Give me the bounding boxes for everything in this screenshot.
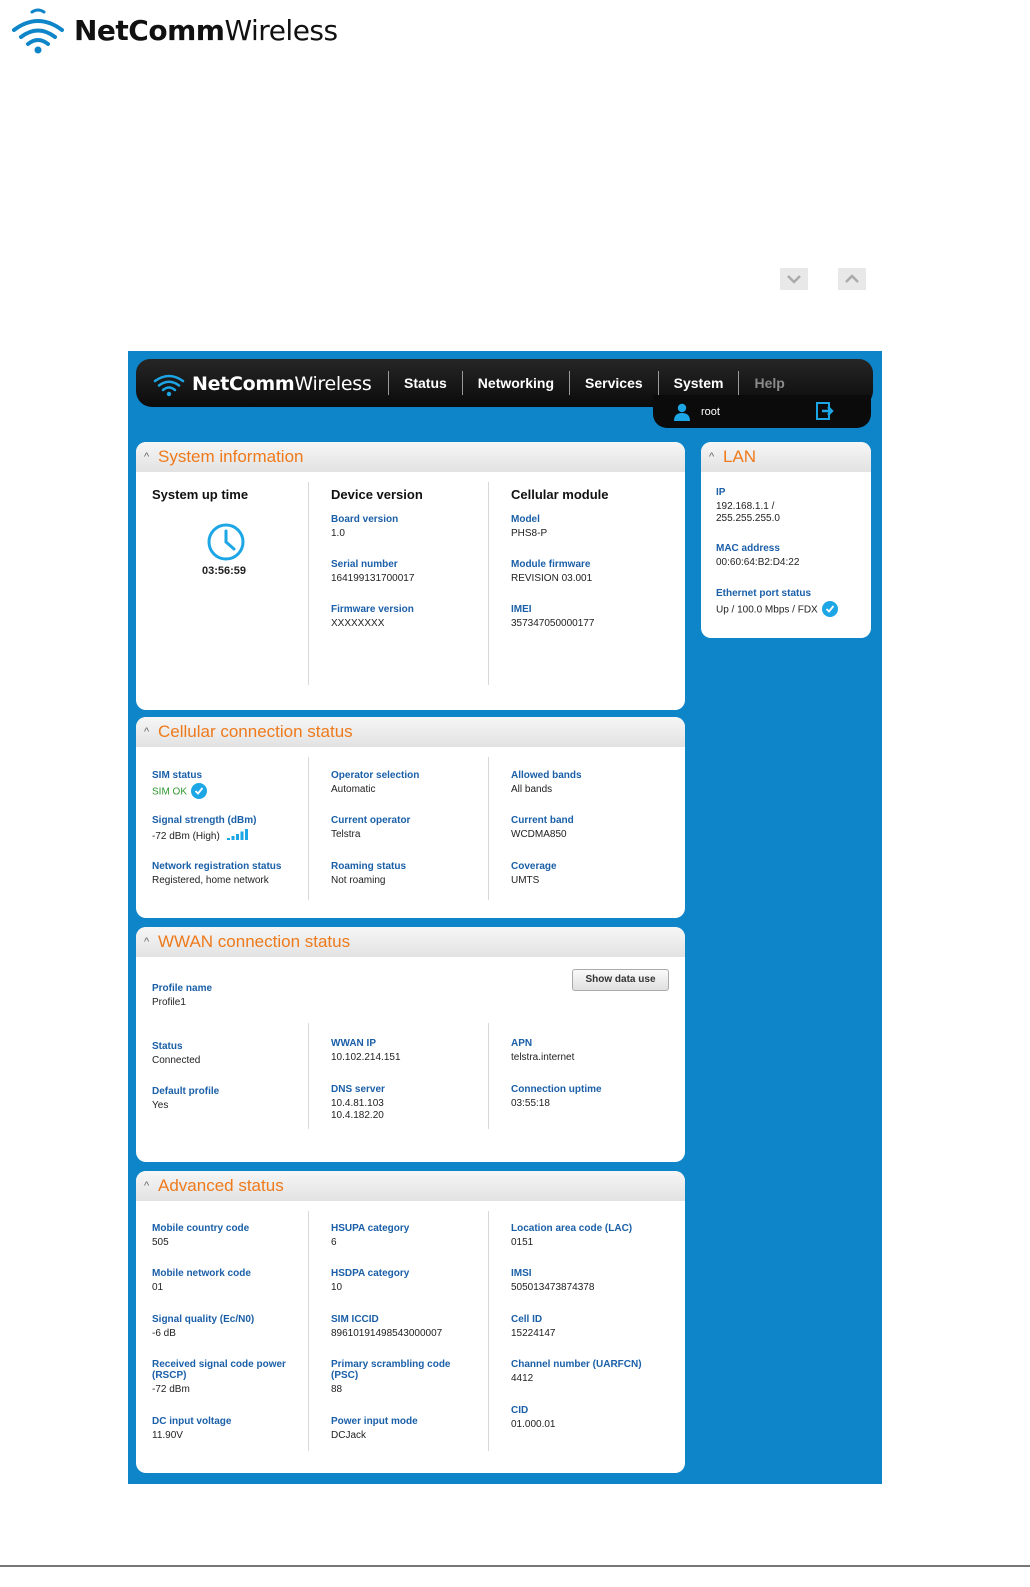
apn-field: APN telstra.internet <box>511 1038 575 1063</box>
module-firmware-field: Module firmware REVISION 03.001 <box>511 559 593 584</box>
user-bar: root <box>653 395 871 428</box>
hsdpa-category-field: HSDPA category 10 <box>331 1268 410 1293</box>
panel-header[interactable]: ^ Cellular connection status <box>136 717 685 747</box>
system-information-panel: ^ System information System up time 03:5… <box>136 442 685 710</box>
imei-field: IMEI 357347050000177 <box>511 604 595 629</box>
connection-uptime-field: Connection uptime 03:55:18 <box>511 1084 602 1109</box>
panel-title: Cellular connection status <box>158 722 353 741</box>
uptime-heading: System up time <box>152 487 249 502</box>
panel-title: LAN <box>723 447 757 466</box>
device-version-heading: Device version <box>331 487 423 502</box>
panel-title: WWAN connection status <box>158 932 351 951</box>
cellular-module-heading: Cellular module <box>511 487 609 502</box>
sim-status-field: SIM status SIM OK <box>152 770 208 800</box>
mobile-country-code-field: Mobile country code 505 <box>152 1223 250 1248</box>
profile-name-field: Profile name Profile1 <box>152 983 213 1008</box>
show-data-use-button[interactable]: Show data use <box>572 969 669 991</box>
nav-networking[interactable]: Networking <box>461 371 569 395</box>
collapse-caret-icon: ^ <box>144 1180 150 1192</box>
dc-input-voltage-field: DC input voltage 11.90V <box>152 1416 232 1441</box>
allowed-bands-field: Allowed bands All bands <box>511 770 582 795</box>
panel-header[interactable]: ^ Advanced status <box>136 1171 685 1201</box>
signal-strength-field: Signal strength (dBm) -72 dBm (High) <box>152 815 257 842</box>
wwan-connection-panel: ^ WWAN connection status Profile name Pr… <box>136 927 685 1162</box>
column-divider <box>488 482 489 685</box>
current-band-field: Current band WCDMA850 <box>511 815 574 840</box>
current-operator-field: Current operator Telstra <box>331 815 411 840</box>
scroll-up-button[interactable] <box>838 268 866 290</box>
advanced-status-panel: ^ Advanced status Mobile country code 505… <box>136 1171 685 1473</box>
clock-icon <box>207 523 245 561</box>
psc-field: Primary scrambling code (PSC) 88 <box>331 1359 451 1395</box>
panel-header[interactable]: ^ System information <box>136 442 685 472</box>
wifi-logo-icon <box>12 8 64 54</box>
username: root <box>701 406 720 418</box>
board-version-field: Board version 1.0 <box>331 514 399 539</box>
collapse-caret-icon: ^ <box>709 451 715 463</box>
uptime-value: 03:56:59 <box>202 565 247 577</box>
ethernet-status-field: Ethernet port status Up / 100.0 Mbps / F… <box>716 588 838 618</box>
column-divider <box>488 757 489 900</box>
user-icon <box>674 403 690 421</box>
check-icon <box>821 601 838 617</box>
footer-divider <box>0 1565 1030 1567</box>
chevron-down-icon <box>787 275 801 284</box>
serial-number-field: Serial number 164199131700017 <box>331 559 415 584</box>
mobile-network-code-field: Mobile network code 01 <box>152 1268 251 1293</box>
coverage-field: Coverage UMTS <box>511 861 557 886</box>
document-logo: NetCommWireless <box>10 4 338 56</box>
column-divider <box>308 1211 309 1451</box>
model-field: Model PHS8-P <box>511 514 548 539</box>
sim-iccid-field: SIM ICCID 89610191498543000007 <box>331 1314 443 1339</box>
signal-bars-icon <box>226 829 248 840</box>
nav-system[interactable]: System <box>657 371 739 395</box>
wwan-status-field: Status Connected <box>152 1041 201 1066</box>
rscp-field: Received signal code power (RSCP) -72 dBm <box>152 1359 286 1395</box>
column-divider <box>308 1023 309 1129</box>
collapse-caret-icon: ^ <box>144 936 150 948</box>
wifi-logo-icon <box>153 374 185 397</box>
cell-id-field: Cell ID 15224147 <box>511 1314 556 1339</box>
column-divider <box>308 482 309 685</box>
document-brand: NetCommWireless <box>74 13 338 47</box>
lan-ip-field: IP 192.168.1.1 / 255.255.255.0 <box>716 487 780 524</box>
default-profile-field: Default profile Yes <box>152 1086 220 1111</box>
wwan-ip-field: WWAN IP 10.102.214.151 <box>331 1038 401 1063</box>
imsi-field: IMSI 505013473874378 <box>511 1268 595 1293</box>
cid-field: CID 01.000.01 <box>511 1405 556 1430</box>
uarfcn-field: Channel number (UARFCN) 4412 <box>511 1359 642 1384</box>
lac-field: Location area code (LAC) 0151 <box>511 1223 633 1248</box>
collapse-caret-icon: ^ <box>144 451 150 463</box>
logout-icon[interactable] <box>815 401 835 421</box>
roaming-status-field: Roaming status Not roaming <box>331 861 407 886</box>
network-registration-field: Network registration status Registered, … <box>152 861 282 886</box>
signal-quality-field: Signal quality (Ec/N0) -6 dB <box>152 1314 255 1339</box>
nav-status[interactable]: Status <box>388 371 462 395</box>
lan-panel: ^ LAN IP 192.168.1.1 / 255.255.255.0 MAC… <box>701 442 871 638</box>
cellular-connection-panel: ^ Cellular connection status SIM status … <box>136 717 685 918</box>
dns-server-field: DNS server 10.4.81.103 10.4.182.20 <box>331 1084 385 1121</box>
panel-title: Advanced status <box>158 1176 284 1195</box>
panel-header[interactable]: ^ WWAN connection status <box>136 927 685 957</box>
chevron-up-icon <box>845 274 859 283</box>
column-divider <box>308 757 309 900</box>
column-divider <box>488 1023 489 1129</box>
router-logo: NetCommWireless <box>152 371 372 397</box>
collapse-caret-icon: ^ <box>144 726 150 738</box>
mac-address-field: MAC address 00:60:64:B2:D4:22 <box>716 543 800 568</box>
nav-help[interactable]: Help <box>738 371 799 395</box>
scroll-down-button[interactable] <box>780 268 808 290</box>
power-input-mode-field: Power input mode DCJack <box>331 1416 418 1441</box>
operator-selection-field: Operator selection Automatic <box>331 770 420 795</box>
panel-title: System information <box>158 447 304 466</box>
firmware-version-field: Firmware version XXXXXXXX <box>331 604 414 629</box>
panel-header[interactable]: ^ LAN <box>701 442 871 472</box>
router-ui-frame: NetCommWireless Status Networking Servic… <box>128 351 882 1484</box>
hsupa-category-field: HSUPA category 6 <box>331 1223 410 1248</box>
column-divider <box>488 1211 489 1451</box>
check-icon <box>191 783 208 799</box>
nav-services[interactable]: Services <box>569 371 658 395</box>
